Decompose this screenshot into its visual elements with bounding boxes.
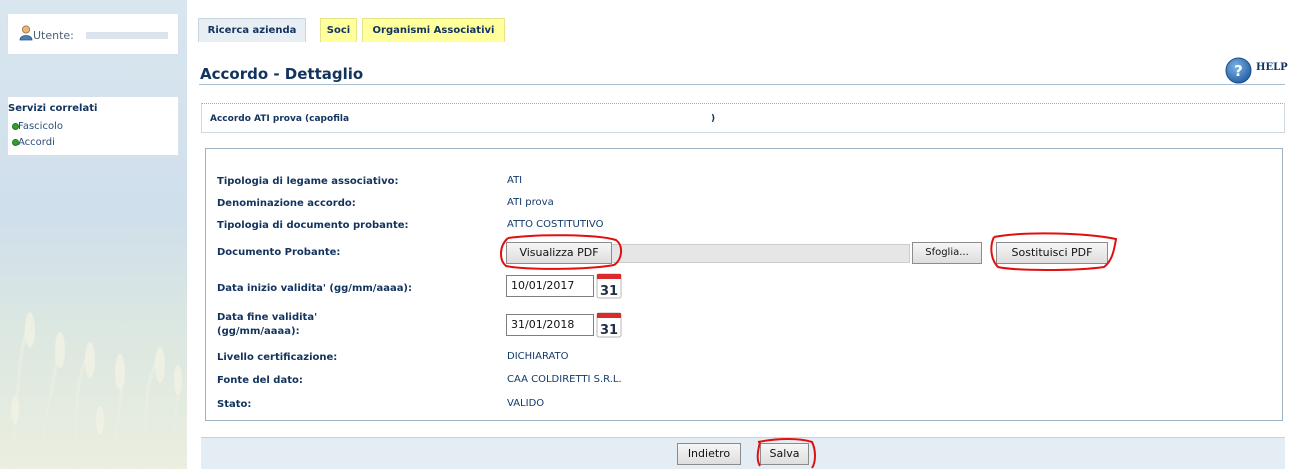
livello-value: DICHIARATO	[507, 351, 569, 362]
sidebar-item-label: Accordi	[18, 137, 55, 148]
wheat-background-image	[8, 312, 182, 469]
tab-organismi-associativi[interactable]: Organismi Associativi	[362, 18, 505, 42]
svg-text:31: 31	[600, 323, 618, 338]
tipo-documento-value: ATTO COSTITUTIVO	[507, 219, 604, 230]
sostituisci-pdf-button[interactable]: Sostituisci PDF	[996, 242, 1108, 264]
data-inizio-input[interactable]: 10/01/2017	[506, 275, 594, 297]
related-services-title: Servizi correlati	[8, 103, 98, 114]
help-icon[interactable]: ?	[1225, 57, 1252, 84]
help-link[interactable]: HELP	[1256, 62, 1288, 73]
user-label: Utente:	[33, 29, 74, 42]
tipologia-label: Tipologia di legame associativo:	[217, 176, 399, 187]
denominazione-value: ATI prova	[507, 197, 554, 208]
bottom-action-bar	[201, 437, 1285, 469]
user-name-redacted	[86, 32, 168, 39]
calendar-icon[interactable]: 31	[596, 272, 622, 299]
green-bullet-icon	[12, 139, 19, 146]
sfoglia-button[interactable]: Sfoglia...	[912, 242, 982, 264]
stato-value: VALIDO	[507, 398, 545, 409]
denominazione-label: Denominazione accordo:	[217, 198, 356, 209]
svg-text:?: ?	[1234, 62, 1243, 80]
user-box: Utente:	[7, 13, 179, 55]
accordo-header-text: Accordo ATI prova (capofila	[210, 114, 350, 124]
data-fine-input[interactable]: 31/01/2018	[506, 314, 594, 336]
tipo-documento-label: Tipologia di documento probante:	[217, 220, 409, 231]
user-icon	[19, 25, 33, 41]
page-title: Accordo - Dettaglio	[200, 65, 364, 83]
accordo-header-box: Accordo ATI prova (capofila )	[201, 103, 1285, 133]
svg-text:31: 31	[600, 284, 618, 299]
livello-label: Livello certificazione:	[217, 352, 338, 363]
title-divider	[199, 84, 1285, 85]
data-fine-label-line1: Data fine validita'	[217, 312, 318, 323]
accordo-header-closing: )	[711, 114, 716, 124]
tipologia-value: ATI	[507, 175, 523, 186]
visualizza-pdf-button[interactable]: Visualizza PDF	[506, 242, 612, 264]
data-inizio-label: Data inizio validita' (gg/mm/aaaa):	[217, 283, 413, 294]
green-bullet-icon	[12, 123, 19, 130]
calendar-icon[interactable]: 31	[596, 311, 622, 338]
tab-soci[interactable]: Soci	[320, 18, 357, 42]
documento-probante-label: Documento Probante:	[217, 247, 341, 258]
sidebar: Utente: Servizi correlati Fascicolo Acco…	[0, 0, 187, 469]
sidebar-item-accordi[interactable]: Accordi	[12, 137, 55, 148]
fonte-label: Fonte del dato:	[217, 375, 303, 386]
indietro-button[interactable]: Indietro	[677, 443, 741, 465]
fonte-value: CAA COLDIRETTI S.R.L.	[507, 374, 622, 385]
tab-ricerca-azienda[interactable]: Ricerca azienda	[198, 18, 306, 42]
related-services-box: Servizi correlati Fascicolo Accordi	[7, 96, 179, 156]
sidebar-item-label: Fascicolo	[18, 121, 63, 132]
sidebar-item-fascicolo[interactable]: Fascicolo	[12, 121, 63, 132]
data-fine-label-line2: (gg/mm/aaaa):	[217, 326, 300, 337]
stato-label: Stato:	[217, 399, 252, 410]
salva-button[interactable]: Salva	[760, 443, 809, 465]
